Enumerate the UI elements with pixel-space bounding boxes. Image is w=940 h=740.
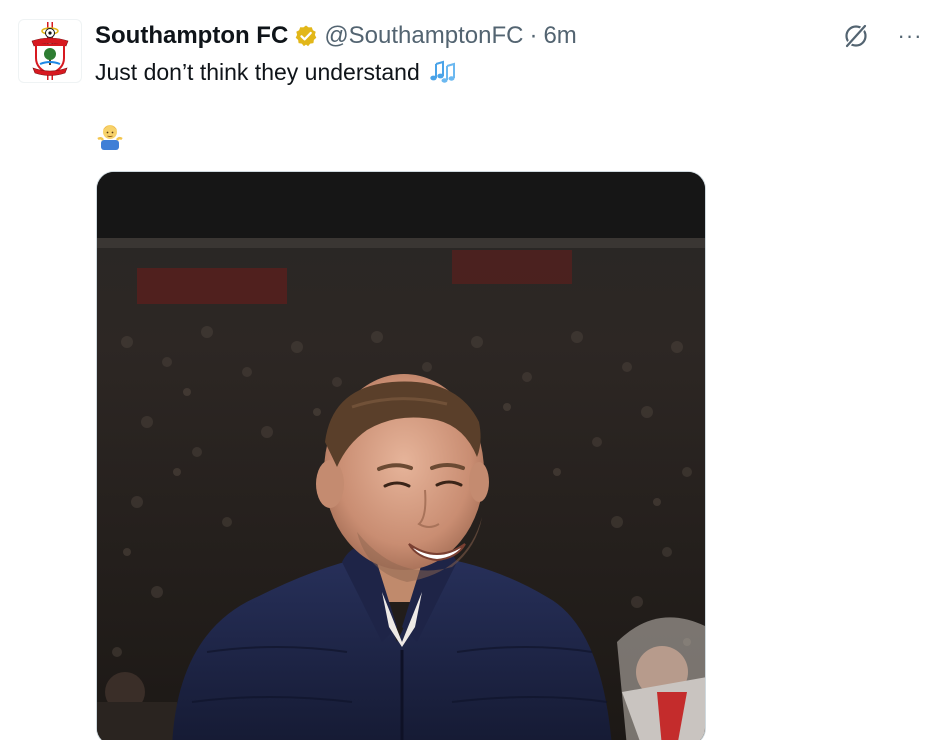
tweet-photo[interactable] — [96, 171, 706, 740]
timestamp[interactable]: 6m — [543, 22, 576, 50]
grok-button[interactable] — [840, 20, 872, 52]
tweet-text: Just don’t think they understand — [95, 56, 456, 88]
grok-icon — [844, 23, 868, 49]
tweet-text-line: Just don’t think they understand — [95, 56, 456, 88]
tweet-body: Just don’t think they understand — [95, 59, 420, 85]
tweet-card[interactable]: Southampton FC @SouthamptonFC · 6m ··· J… — [0, 0, 940, 740]
photo-image — [97, 172, 705, 740]
avatar[interactable] — [18, 19, 82, 83]
more-options-button[interactable]: ··· — [894, 20, 926, 52]
club-crest-icon — [31, 22, 69, 80]
verified-badge-icon[interactable] — [294, 24, 318, 48]
tweet-top-actions: ··· — [840, 20, 926, 52]
musical-notes-icon — [428, 58, 456, 86]
more-icon: ··· — [897, 23, 923, 48]
display-name[interactable]: Southampton FC — [95, 22, 288, 50]
tweet-header: Southampton FC @SouthamptonFC · 6m — [95, 20, 577, 52]
man-shrugging-icon — [97, 120, 123, 152]
user-handle[interactable]: @SouthamptonFC — [324, 22, 523, 50]
separator-dot: · — [529, 22, 538, 49]
